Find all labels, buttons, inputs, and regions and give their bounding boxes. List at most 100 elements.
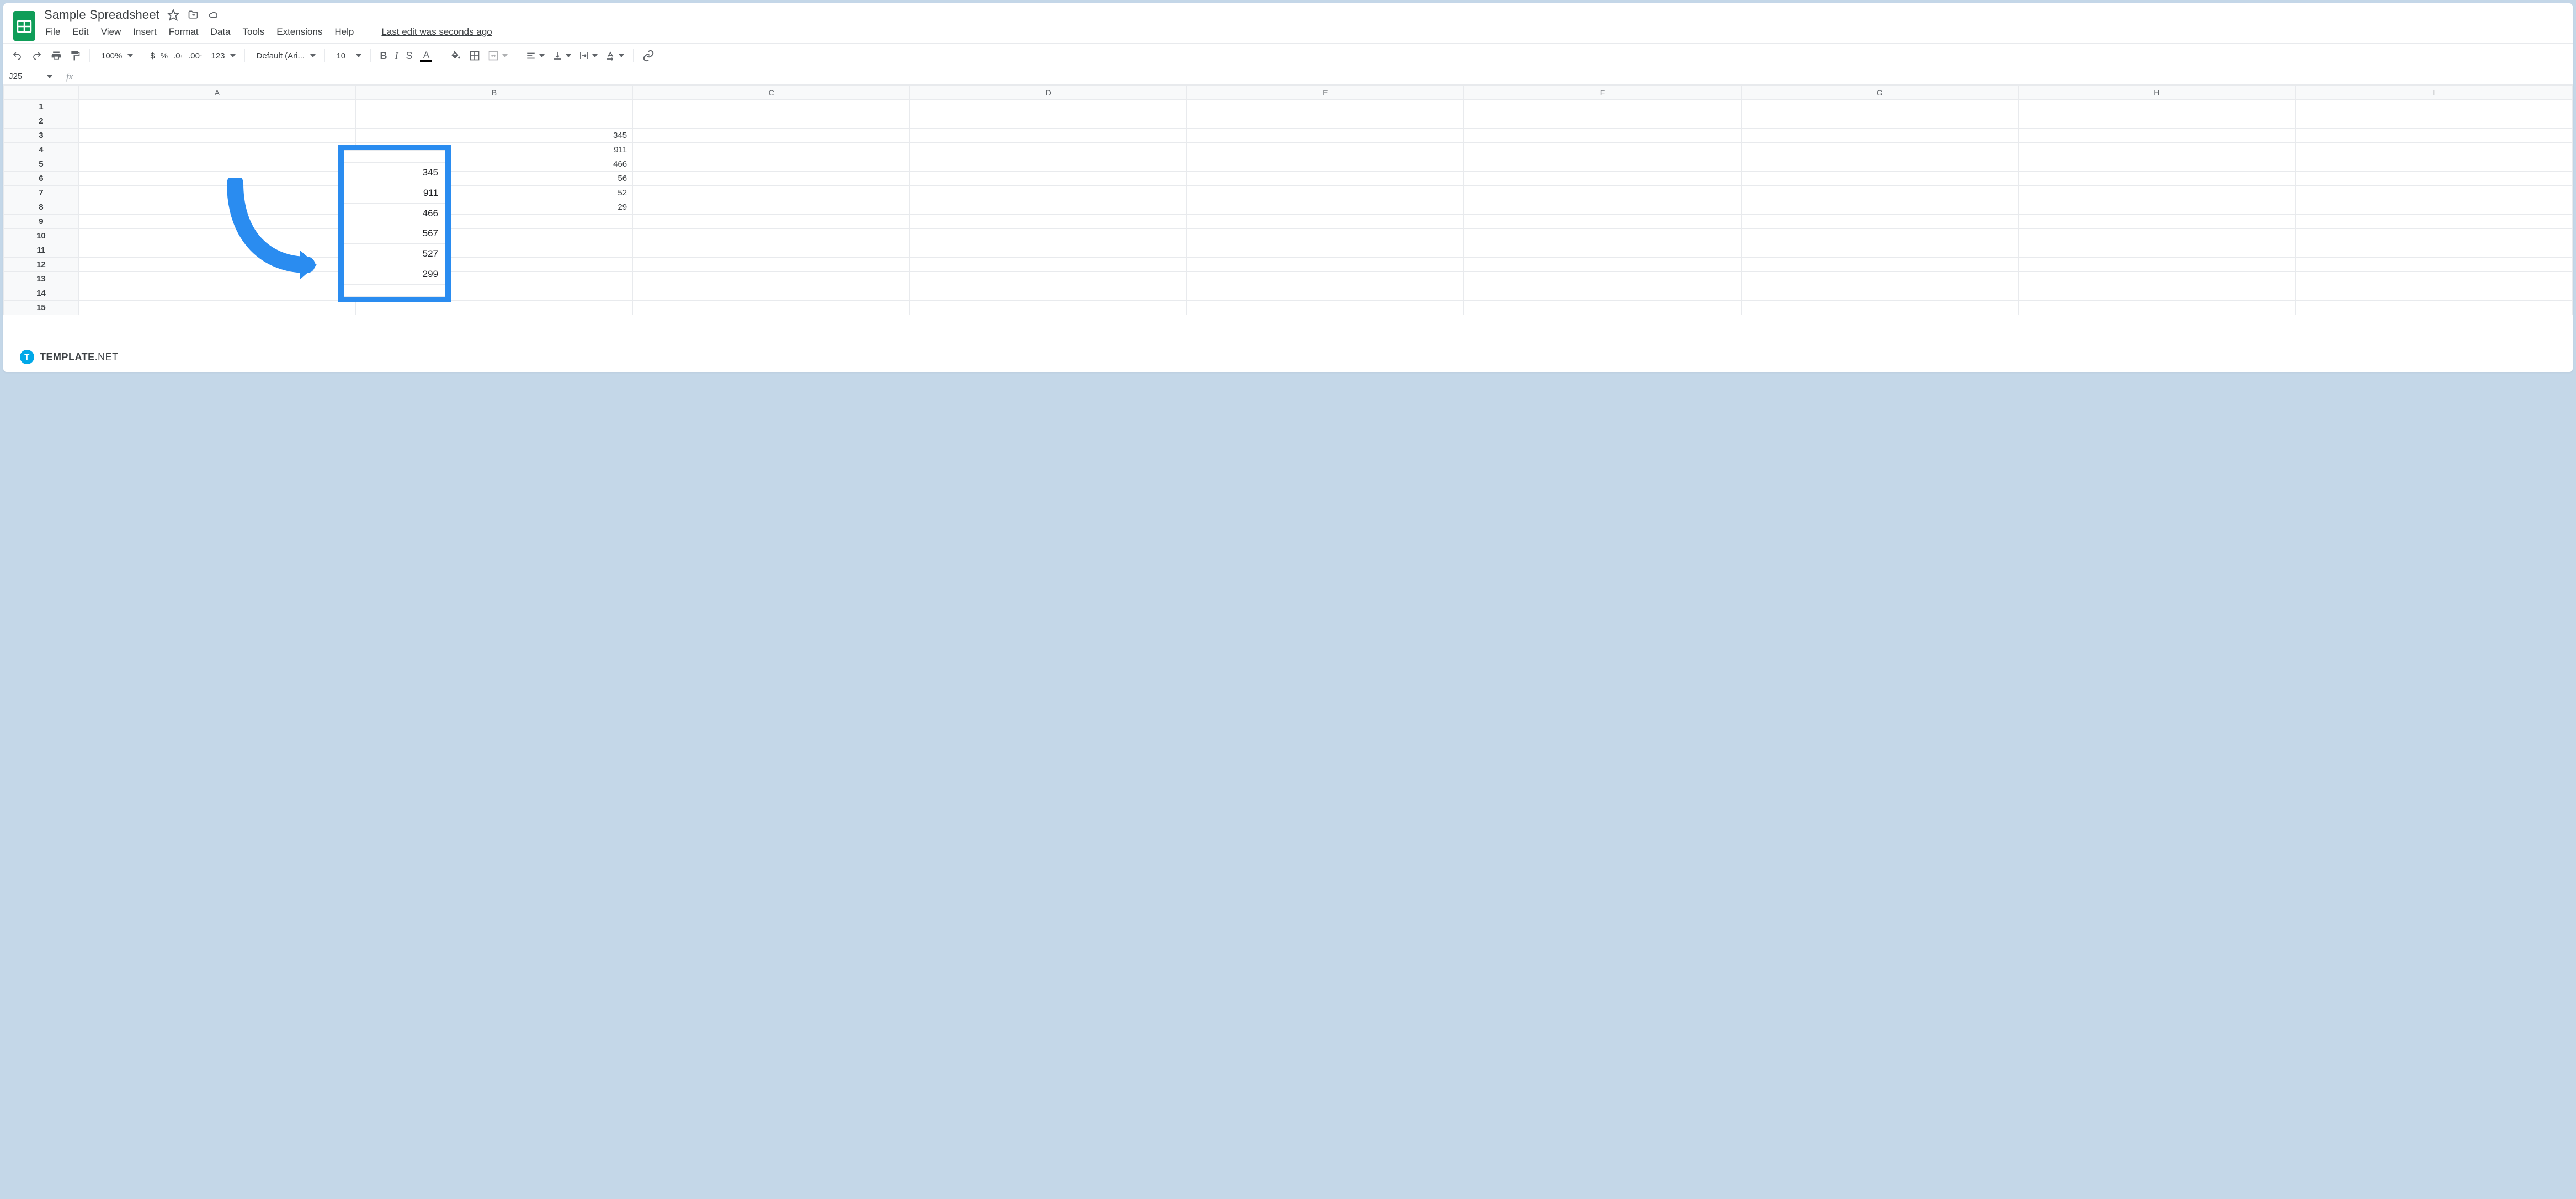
- more-formats-dropdown[interactable]: 123: [205, 49, 239, 63]
- cell-G8[interactable]: [1741, 200, 2018, 215]
- cell-G9[interactable]: [1741, 215, 2018, 229]
- cell-H13[interactable]: [2018, 272, 2295, 286]
- cell-G5[interactable]: [1741, 157, 2018, 172]
- cell-A4[interactable]: [78, 143, 355, 157]
- last-edit-link[interactable]: Last edit was seconds ago: [381, 26, 492, 38]
- cell-H10[interactable]: [2018, 229, 2295, 243]
- cell-G4[interactable]: [1741, 143, 2018, 157]
- cell-F8[interactable]: [1464, 200, 1741, 215]
- row-header-8[interactable]: 8: [4, 200, 79, 215]
- cell-F7[interactable]: [1464, 186, 1741, 200]
- vertical-align-dropdown[interactable]: [549, 49, 574, 63]
- cell-E14[interactable]: [1187, 286, 1464, 301]
- cell-A1[interactable]: [78, 100, 355, 114]
- merge-cells-dropdown[interactable]: [485, 48, 511, 63]
- cell-D14[interactable]: [910, 286, 1187, 301]
- cell-E7[interactable]: [1187, 186, 1464, 200]
- cell-G13[interactable]: [1741, 272, 2018, 286]
- cell-C8[interactable]: [633, 200, 910, 215]
- menu-help[interactable]: Help: [334, 26, 354, 38]
- cell-F5[interactable]: [1464, 157, 1741, 172]
- column-header-G[interactable]: G: [1741, 86, 2018, 100]
- column-header-C[interactable]: C: [633, 86, 910, 100]
- cell-A6[interactable]: [78, 172, 355, 186]
- document-title[interactable]: Sample Spreadsheet: [44, 8, 159, 22]
- borders-icon[interactable]: [466, 48, 483, 63]
- cell-D13[interactable]: [910, 272, 1187, 286]
- column-header-H[interactable]: H: [2018, 86, 2295, 100]
- cell-G7[interactable]: [1741, 186, 2018, 200]
- cell-H5[interactable]: [2018, 157, 2295, 172]
- cell-I6[interactable]: [2295, 172, 2572, 186]
- horizontal-align-dropdown[interactable]: [523, 49, 548, 63]
- cell-A10[interactable]: [78, 229, 355, 243]
- column-header-E[interactable]: E: [1187, 86, 1464, 100]
- column-header-A[interactable]: A: [78, 86, 355, 100]
- move-to-folder-icon[interactable]: [187, 9, 199, 20]
- cell-H1[interactable]: [2018, 100, 2295, 114]
- row-header-15[interactable]: 15: [4, 301, 79, 315]
- font-size-dropdown[interactable]: 10: [331, 49, 365, 63]
- cell-F4[interactable]: [1464, 143, 1741, 157]
- name-box[interactable]: J25: [3, 68, 58, 84]
- row-header-4[interactable]: 4: [4, 143, 79, 157]
- cell-I5[interactable]: [2295, 157, 2572, 172]
- cell-B5[interactable]: 466: [355, 157, 632, 172]
- cell-G11[interactable]: [1741, 243, 2018, 258]
- text-wrap-dropdown[interactable]: [576, 49, 601, 63]
- menu-file[interactable]: File: [45, 26, 60, 38]
- row-header-11[interactable]: 11: [4, 243, 79, 258]
- menu-extensions[interactable]: Extensions: [276, 26, 322, 38]
- cell-D15[interactable]: [910, 301, 1187, 315]
- menu-tools[interactable]: Tools: [243, 26, 265, 38]
- menu-view[interactable]: View: [101, 26, 121, 38]
- cell-D10[interactable]: [910, 229, 1187, 243]
- cell-H9[interactable]: [2018, 215, 2295, 229]
- italic-icon[interactable]: I: [391, 48, 401, 64]
- cell-E1[interactable]: [1187, 100, 1464, 114]
- cell-A7[interactable]: [78, 186, 355, 200]
- cell-E9[interactable]: [1187, 215, 1464, 229]
- cell-D7[interactable]: [910, 186, 1187, 200]
- cell-A14[interactable]: [78, 286, 355, 301]
- cell-F9[interactable]: [1464, 215, 1741, 229]
- cell-I4[interactable]: [2295, 143, 2572, 157]
- cell-H8[interactable]: [2018, 200, 2295, 215]
- cell-I10[interactable]: [2295, 229, 2572, 243]
- cell-H4[interactable]: [2018, 143, 2295, 157]
- cell-E2[interactable]: [1187, 114, 1464, 129]
- cell-I12[interactable]: [2295, 258, 2572, 272]
- cell-C15[interactable]: [633, 301, 910, 315]
- cell-A13[interactable]: [78, 272, 355, 286]
- cell-A2[interactable]: [78, 114, 355, 129]
- sheets-app-icon[interactable]: [12, 10, 36, 42]
- cell-C4[interactable]: [633, 143, 910, 157]
- column-header-B[interactable]: B: [355, 86, 632, 100]
- cell-D2[interactable]: [910, 114, 1187, 129]
- cell-B8[interactable]: 29: [355, 200, 632, 215]
- cell-B10[interactable]: [355, 229, 632, 243]
- cell-H3[interactable]: [2018, 129, 2295, 143]
- cell-E13[interactable]: [1187, 272, 1464, 286]
- cell-C3[interactable]: [633, 129, 910, 143]
- cell-G14[interactable]: [1741, 286, 2018, 301]
- cell-G10[interactable]: [1741, 229, 2018, 243]
- cell-D3[interactable]: [910, 129, 1187, 143]
- print-icon[interactable]: [47, 48, 65, 63]
- menu-edit[interactable]: Edit: [72, 26, 88, 38]
- cell-F6[interactable]: [1464, 172, 1741, 186]
- cell-B9[interactable]: [355, 215, 632, 229]
- strikethrough-icon[interactable]: S: [402, 48, 416, 64]
- cell-E15[interactable]: [1187, 301, 1464, 315]
- cell-I15[interactable]: [2295, 301, 2572, 315]
- row-header-9[interactable]: 9: [4, 215, 79, 229]
- cell-F10[interactable]: [1464, 229, 1741, 243]
- cell-I13[interactable]: [2295, 272, 2572, 286]
- cell-I7[interactable]: [2295, 186, 2572, 200]
- row-header-6[interactable]: 6: [4, 172, 79, 186]
- row-header-12[interactable]: 12: [4, 258, 79, 272]
- cell-B1[interactable]: [355, 100, 632, 114]
- cell-H11[interactable]: [2018, 243, 2295, 258]
- column-header-I[interactable]: I: [2295, 86, 2572, 100]
- fill-color-icon[interactable]: [447, 48, 465, 63]
